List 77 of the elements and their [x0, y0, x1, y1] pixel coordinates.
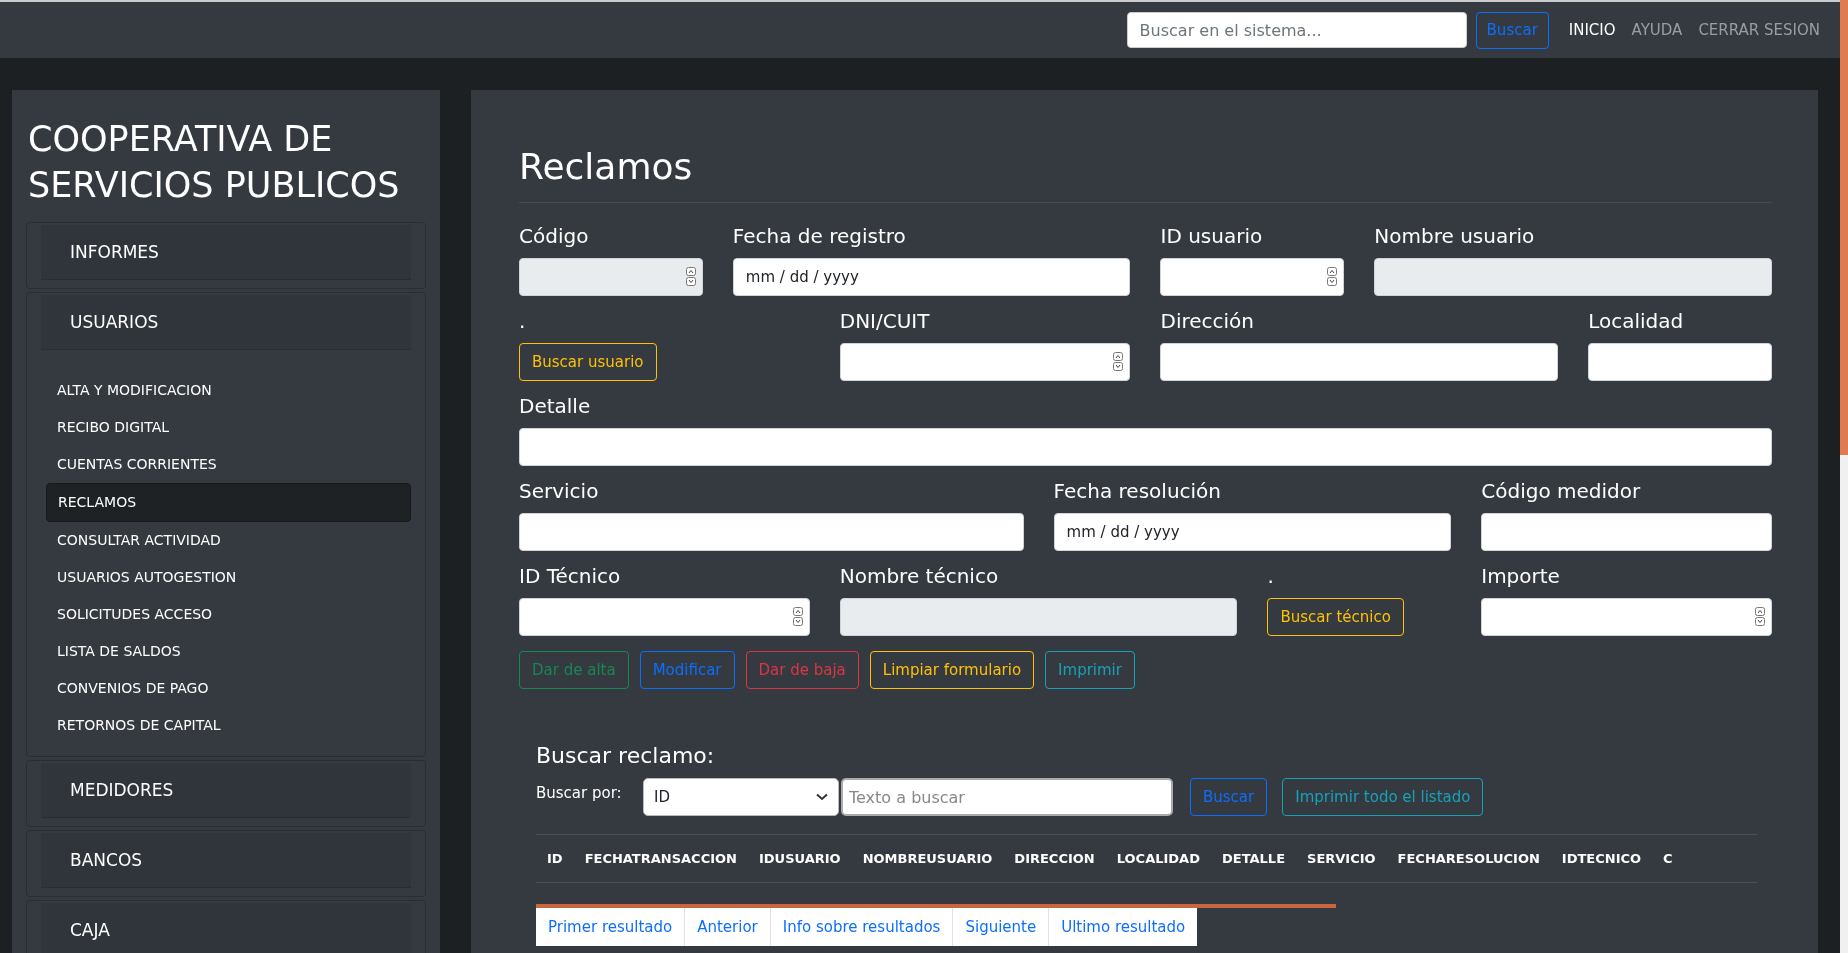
column-header[interactable]: IDTECNICO	[1550, 835, 1653, 882]
date-field[interactable]: mm / dd / yyyy	[732, 258, 1131, 296]
column-header[interactable]: C	[1652, 835, 1684, 882]
menu-item[interactable]: LISTA DE SALDOS	[46, 633, 411, 670]
field-label: Importe	[1481, 563, 1561, 589]
scrollbar-thumb[interactable]	[536, 904, 1336, 908]
app-title: COOPERATIVA DE SERVICIOS PUBLICOS	[28, 118, 401, 207]
search-button[interactable]: Buscar técnico	[1267, 598, 1404, 636]
column-header[interactable]: NOMBREUSUARIO	[851, 835, 1004, 882]
section-header[interactable]: USUARIOS	[41, 295, 411, 350]
field-label: Servicio	[519, 478, 600, 504]
column-header[interactable]: SERVICIO	[1296, 835, 1387, 882]
search-label: Buscar por:	[536, 784, 623, 802]
input-field[interactable]	[1588, 343, 1772, 381]
number-field[interactable]	[1481, 598, 1772, 636]
field-label: Fecha resolución	[1053, 478, 1223, 504]
number-field[interactable]	[1160, 258, 1345, 296]
input-field[interactable]	[1160, 343, 1559, 381]
nav-link[interactable]: AYUDA	[1623, 21, 1691, 39]
search-button[interactable]: Imprimir todo el listado	[1282, 778, 1484, 816]
number-field[interactable]	[839, 343, 1131, 381]
search-button[interactable]: Buscar usuario	[519, 343, 657, 381]
menu-item[interactable]: CUENTAS CORRIENTES	[46, 446, 411, 483]
field-label: .	[519, 308, 527, 334]
field-label: Localidad	[1588, 308, 1685, 334]
nav-link[interactable]: CERRAR SESION	[1690, 21, 1828, 39]
menu-item[interactable]: RETORNOS DE CAPITAL	[46, 707, 411, 744]
spinner-icon[interactable]	[792, 607, 803, 626]
input-field[interactable]	[1481, 513, 1772, 551]
field-label: Nombre usuario	[1374, 223, 1536, 249]
number-field[interactable]	[519, 598, 810, 636]
menu-item[interactable]: SOLICITUDES ACCESO	[46, 596, 411, 633]
spinner-icon[interactable]	[685, 267, 696, 286]
menu-item[interactable]: ALTA Y MODIFICACION	[46, 372, 411, 409]
input-field[interactable]	[519, 513, 1024, 551]
field-label: Detalle	[519, 393, 592, 419]
scrollbar-thumb[interactable]	[1840, 0, 1848, 455]
action-button[interactable]: Limpiar formulario	[869, 651, 1035, 689]
field-label: DNI/CUIT	[839, 308, 931, 334]
column-header[interactable]: FECHATRANSACCION	[573, 835, 748, 882]
input-field[interactable]	[519, 428, 1772, 466]
field-label: Fecha de registro	[732, 223, 907, 249]
section-header[interactable]: CAJA	[41, 903, 411, 953]
field-label: Nombre técnico	[839, 563, 1000, 589]
menu-item[interactable]: RECIBO DIGITAL	[46, 409, 411, 446]
search-field[interactable]: Buscar en el sistema...	[1126, 12, 1467, 48]
section-header[interactable]: MEDIDORES	[41, 763, 411, 818]
column-header[interactable]: ID	[536, 835, 574, 882]
menu-item[interactable]: CONSULTAR ACTIVIDAD	[46, 522, 411, 559]
column-header[interactable]: IDUSUARIO	[747, 835, 852, 882]
menu-item[interactable]: USUARIOS AUTOGESTION	[46, 559, 411, 596]
column-header[interactable]: FECHARESOLUCION	[1386, 835, 1551, 882]
spinner-icon[interactable]	[1113, 352, 1124, 371]
column-header[interactable]: DETALLE	[1210, 835, 1296, 882]
spinner-icon[interactable]	[1327, 267, 1338, 286]
menu-item[interactable]: RECLAMOS	[46, 483, 411, 522]
field-label: Código medidor	[1481, 478, 1642, 504]
pagination-button[interactable]: Primer resultado	[536, 908, 686, 946]
spinner-icon[interactable]	[1755, 607, 1765, 626]
column-header[interactable]: DIRECCION	[1003, 835, 1106, 882]
field-label: Dirección	[1160, 308, 1255, 334]
section-title: Buscar reclamo:	[536, 743, 716, 768]
nav-link[interactable]: INICIO	[1560, 21, 1624, 39]
action-button[interactable]: Imprimir	[1045, 651, 1135, 689]
field-label: ID usuario	[1160, 223, 1264, 249]
field-label: .	[1267, 563, 1275, 589]
section-header[interactable]: BANCOS	[41, 833, 411, 888]
page-title: Reclamos	[519, 90, 1772, 203]
column-header[interactable]: LOCALIDAD	[1105, 835, 1211, 882]
search-field[interactable]: Texto a buscar	[841, 778, 1173, 816]
field-label: ID Técnico	[519, 563, 622, 589]
field-label: Código	[519, 223, 590, 249]
menu-item[interactable]: CONVENIOS DE PAGO	[46, 670, 411, 707]
date-field[interactable]: mm / dd / yyyy	[1053, 513, 1452, 551]
section-header[interactable]: INFORMES	[41, 225, 411, 280]
chevron-down-icon	[816, 793, 828, 801]
search-by-select[interactable]: ID	[643, 778, 839, 816]
